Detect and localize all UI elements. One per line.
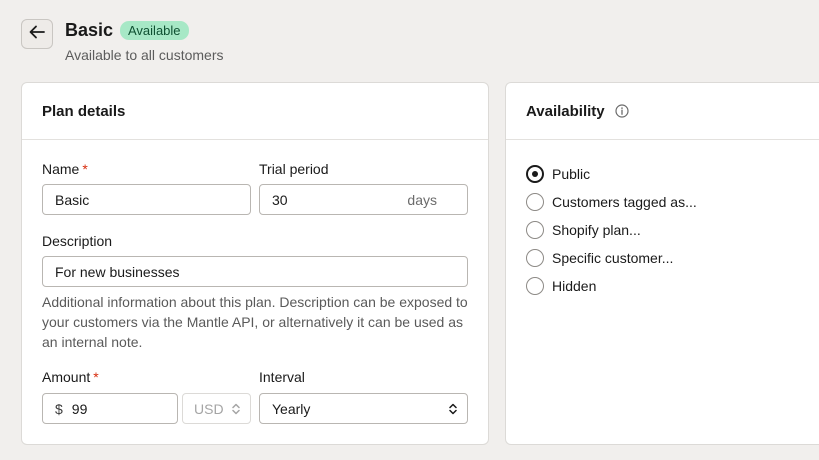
- trial-period-suffix: days: [407, 191, 437, 208]
- availability-option-customers-tagged[interactable]: Customers tagged as...: [526, 193, 697, 211]
- currency-prefix: $: [55, 400, 63, 417]
- status-badge: Available: [120, 21, 189, 40]
- availability-option-shopify-plan[interactable]: Shopify plan...: [526, 221, 641, 239]
- radio-label: Public: [552, 166, 591, 182]
- availability-header: Availability: [506, 83, 819, 140]
- plan-details-title: Plan details: [42, 102, 126, 120]
- availability-option-public[interactable]: Public: [526, 165, 590, 183]
- plan-details-card: Plan details Name * Basic Trial period 30…: [21, 82, 489, 445]
- back-button[interactable]: [21, 19, 53, 49]
- interval-value: Yearly: [272, 400, 311, 417]
- info-icon[interactable]: [615, 104, 629, 118]
- availability-title: Availability: [526, 102, 605, 120]
- availability-option-hidden[interactable]: Hidden: [526, 277, 596, 295]
- required-marker: *: [93, 369, 99, 385]
- name-input[interactable]: Basic: [42, 184, 251, 215]
- amount-value: 99: [71, 400, 88, 417]
- description-value: For new businesses: [55, 263, 180, 280]
- amount-label: Amount *: [42, 369, 99, 385]
- amount-label-text: Amount: [42, 369, 91, 385]
- required-marker: *: [82, 161, 88, 177]
- radio-label: Shopify plan...: [552, 222, 641, 238]
- radio-label: Customers tagged as...: [552, 194, 697, 210]
- select-arrows-icon: [232, 402, 240, 419]
- name-input-value: Basic: [55, 191, 90, 208]
- currency-select: USD: [182, 393, 251, 424]
- availability-option-specific-customer[interactable]: Specific customer...: [526, 249, 673, 267]
- interval-label: Interval: [259, 369, 305, 385]
- amount-input[interactable]: $ 99: [42, 393, 178, 424]
- trial-period-input[interactable]: 30 days: [259, 184, 468, 215]
- interval-select[interactable]: Yearly: [259, 393, 468, 424]
- description-label: Description: [42, 233, 113, 249]
- description-input[interactable]: For new businesses: [42, 256, 468, 287]
- trial-period-value: 30: [272, 191, 288, 208]
- radio-label: Hidden: [552, 278, 597, 294]
- page-subtitle: Available to all customers: [65, 47, 224, 63]
- currency-value: USD: [194, 400, 224, 417]
- radio-button[interactable]: [526, 221, 544, 239]
- select-arrows-icon: [449, 402, 457, 419]
- name-label: Name *: [42, 161, 88, 177]
- trial-period-label: Trial period: [259, 161, 329, 177]
- radio-button[interactable]: [526, 249, 544, 267]
- radio-label: Specific customer...: [552, 250, 674, 266]
- plan-details-header: Plan details: [22, 83, 488, 140]
- arrow-left-icon: [29, 25, 45, 44]
- radio-button[interactable]: [526, 277, 544, 295]
- availability-card: Availability Public Customers tagged as.…: [505, 82, 819, 445]
- description-help-text: Additional information about this plan. …: [42, 294, 468, 350]
- name-label-text: Name: [42, 161, 80, 177]
- page-title: Basic: [65, 20, 114, 40]
- radio-button[interactable]: [526, 165, 544, 183]
- radio-button[interactable]: [526, 193, 544, 211]
